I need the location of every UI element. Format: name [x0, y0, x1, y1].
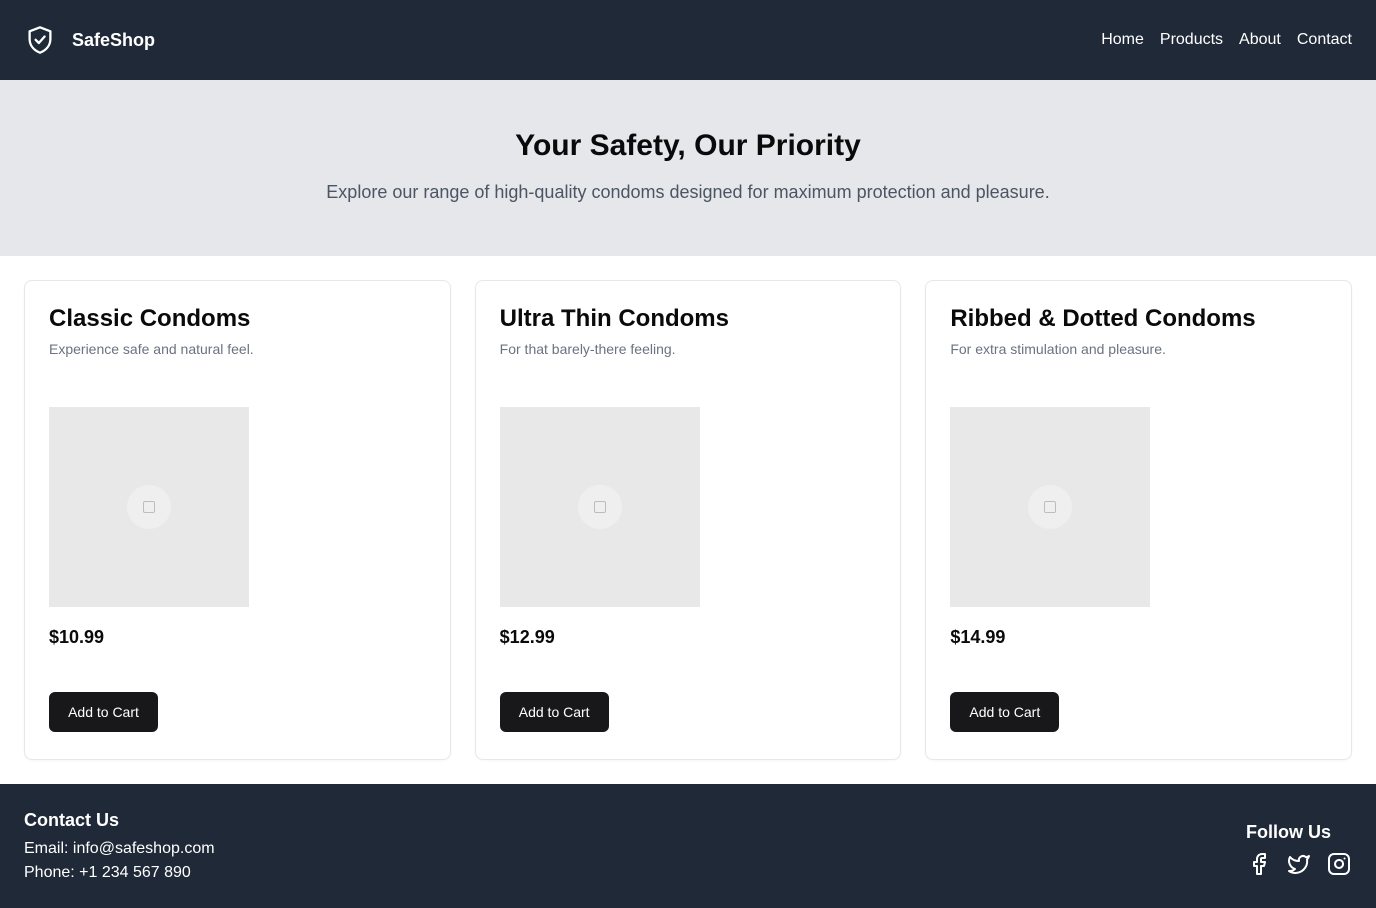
follow-title: Follow Us [1246, 822, 1331, 842]
social-links [1246, 851, 1352, 877]
product-price: $12.99 [499, 627, 555, 647]
product-description: Experience safe and natural feel. [49, 341, 254, 357]
twitter-icon[interactable] [1286, 851, 1312, 877]
product-image-placeholder [950, 407, 1151, 607]
facebook-icon[interactable] [1246, 851, 1272, 877]
product-price: $14.99 [950, 627, 1006, 647]
add-to-cart-button[interactable]: Add to Cart [499, 692, 609, 732]
hero-subtitle: Explore our range of high-quality condom… [326, 182, 1050, 202]
nav-links: Home Products About Contact [1101, 31, 1352, 49]
hero-title: Your Safety, Our Priority [515, 129, 861, 162]
add-to-cart-button[interactable]: Add to Cart [950, 692, 1060, 732]
contact-phone: Phone: +1 234 567 890 [24, 864, 191, 881]
contact-email: Email: info@safeshop.com [24, 840, 215, 857]
product-description: For extra stimulation and pleasure. [950, 341, 1166, 357]
product-title: Classic Condoms [49, 305, 251, 332]
product-image-placeholder [499, 407, 700, 607]
instagram-icon[interactable] [1326, 851, 1352, 877]
nav-link-contact[interactable]: Contact [1297, 31, 1352, 49]
image-icon [1028, 485, 1073, 529]
navbar: SafeShop Home Products About Contact [0, 0, 1376, 80]
product-card: Ribbed & Dotted Condoms For extra stimul… [925, 280, 1353, 760]
product-card: Ultra Thin Condoms For that barely-there… [474, 280, 902, 760]
brand-name: SafeShop [72, 29, 156, 50]
product-title: Ultra Thin Condoms [499, 305, 729, 332]
product-grid: Classic Condoms Experience safe and natu… [0, 256, 1376, 784]
product-price: $10.99 [49, 627, 105, 647]
shield-check-icon [24, 24, 56, 56]
product-image-placeholder [49, 407, 249, 607]
image-icon [127, 485, 171, 529]
add-to-cart-button[interactable]: Add to Cart [49, 692, 158, 732]
product-description: For that barely-there feeling. [499, 341, 676, 357]
hero-section: Your Safety, Our Priority Explore our ra… [0, 80, 1376, 256]
contact-title: Contact Us [24, 810, 120, 830]
image-icon [577, 485, 622, 529]
product-card: Classic Condoms Experience safe and natu… [24, 280, 451, 760]
brand[interactable]: SafeShop [24, 24, 155, 56]
nav-link-home[interactable]: Home [1101, 31, 1144, 49]
nav-link-about[interactable]: About [1239, 31, 1281, 49]
footer-contact: Contact Us Email: info@safeshop.com Phon… [24, 810, 215, 908]
product-title: Ribbed & Dotted Condoms [950, 305, 1256, 332]
footer-follow: Follow Us [1246, 822, 1352, 908]
footer: Contact Us Email: info@safeshop.com Phon… [0, 784, 1376, 908]
nav-link-products[interactable]: Products [1160, 31, 1223, 49]
